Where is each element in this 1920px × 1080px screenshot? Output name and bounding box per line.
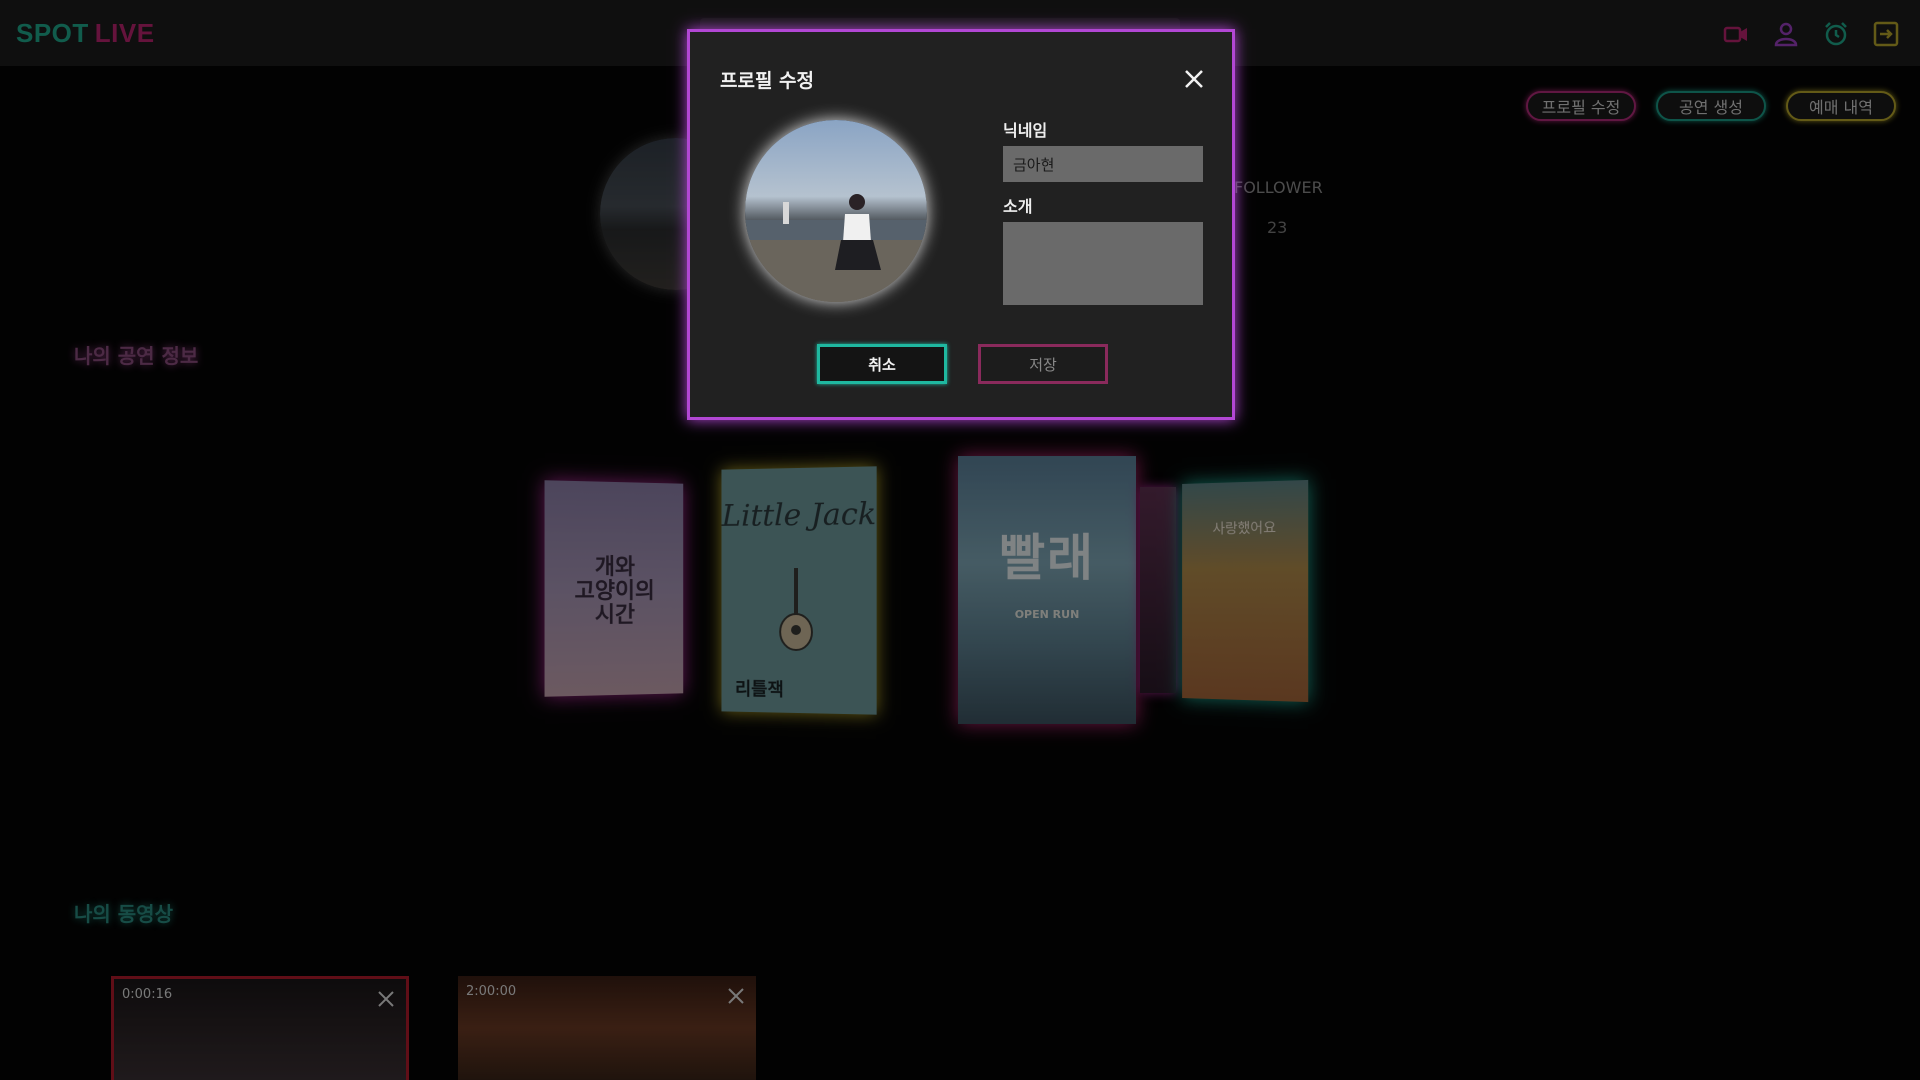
intro-label: 소개 bbox=[1003, 197, 1033, 216]
avatar[interactable] bbox=[745, 120, 927, 302]
save-button[interactable]: 저장 bbox=[978, 344, 1108, 384]
page: SPOT LIVE 프로필 수정 공연 생성 예매 내역 FOLLOWER 23 … bbox=[0, 0, 1920, 1080]
modal-title: 프로필 수정 bbox=[720, 70, 815, 92]
nickname-label: 닉네임 bbox=[1003, 121, 1048, 140]
nickname-input[interactable] bbox=[1003, 146, 1203, 182]
edit-profile-modal: 프로필 수정 닉네임 소개 취소 저장 bbox=[687, 29, 1235, 420]
intro-textarea[interactable] bbox=[1003, 222, 1203, 305]
close-icon[interactable] bbox=[1183, 68, 1205, 90]
cancel-button[interactable]: 취소 bbox=[817, 344, 947, 384]
avatar-photo bbox=[745, 194, 927, 302]
